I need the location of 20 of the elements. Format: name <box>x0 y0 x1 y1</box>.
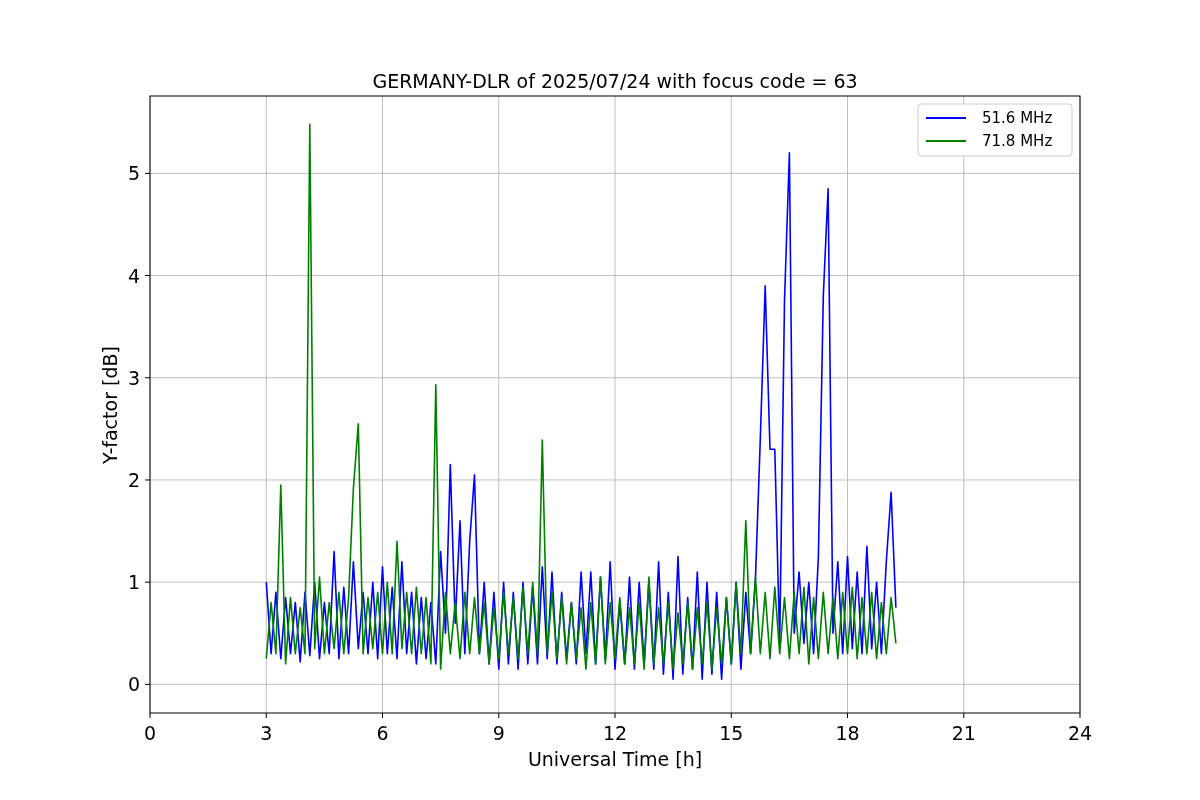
tick-label: 1 <box>127 571 140 594</box>
tick-label: 2 <box>127 469 140 491</box>
tick-label: 21 <box>951 722 976 744</box>
tick-label: 9 <box>492 722 505 744</box>
tick-label: 18 <box>835 722 860 744</box>
tick-label: 4 <box>127 264 140 287</box>
tick-label: 6 <box>376 722 389 744</box>
x-axis-label: Universal Time [h] <box>527 748 703 770</box>
tick-label: 12 <box>602 722 628 744</box>
tick-label: 5 <box>127 162 140 185</box>
tick-label: 15 <box>719 722 744 744</box>
legend-label: 51.6 MHz <box>982 109 1053 127</box>
tick-label: 3 <box>260 722 273 744</box>
tick-label: 0 <box>143 722 157 744</box>
tick-label: 3 <box>127 366 140 389</box>
legend-label: 71.8 MHz <box>982 132 1053 150</box>
tick-label: 24 <box>1067 722 1093 744</box>
y-axis-label: Y-factor [dB] <box>99 346 121 464</box>
chart-title: GERMANY-DLR of 2025/07/24 with focus code = 63 <box>372 70 858 92</box>
tick-label: 0 <box>127 673 140 696</box>
